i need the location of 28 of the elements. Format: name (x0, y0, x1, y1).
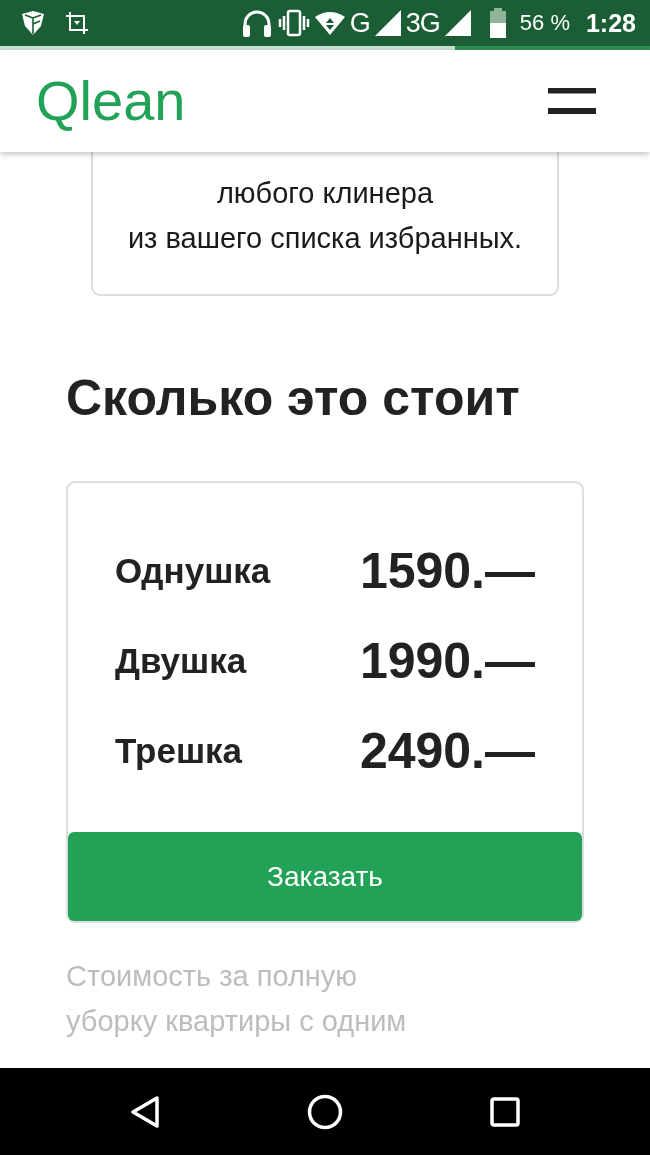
plan-price: 1990.— (359, 632, 535, 690)
wifi-icon (314, 11, 345, 35)
headphones-icon (240, 9, 273, 37)
section-title: Сколько это стоит (66, 369, 521, 428)
shield-icon (20, 10, 46, 36)
price-note: Стоимость за полную уборку квартиры с одним (66, 959, 408, 1039)
home-icon[interactable] (307, 1093, 343, 1130)
feature-text: из вашего списка избранных. (126, 221, 524, 256)
plan-price: 2490.— (359, 722, 535, 780)
signal-icon (444, 10, 471, 36)
vibrate-icon (277, 9, 310, 37)
crop-icon (66, 12, 88, 34)
battery-icon (489, 8, 506, 38)
order-button[interactable]: Заказать (68, 832, 582, 921)
clock-time: 1:28 (585, 8, 636, 38)
plan-price: 1590.— (359, 542, 535, 600)
plan-name: Трешка (115, 731, 243, 771)
battery-percentage: 56 % (519, 10, 570, 36)
network-type-label: G (349, 9, 370, 37)
plan-name: Двушка (115, 641, 247, 681)
back-icon[interactable] (130, 1094, 160, 1129)
signal-icon (374, 10, 401, 36)
feature-text: любого клинера (215, 176, 435, 211)
recents-icon[interactable] (490, 1096, 520, 1127)
logo[interactable]: Qlean (36, 73, 186, 129)
menu-icon[interactable] (548, 88, 596, 114)
plan-name: Однушка (115, 551, 271, 591)
network-type-label: 3G (405, 9, 440, 37)
